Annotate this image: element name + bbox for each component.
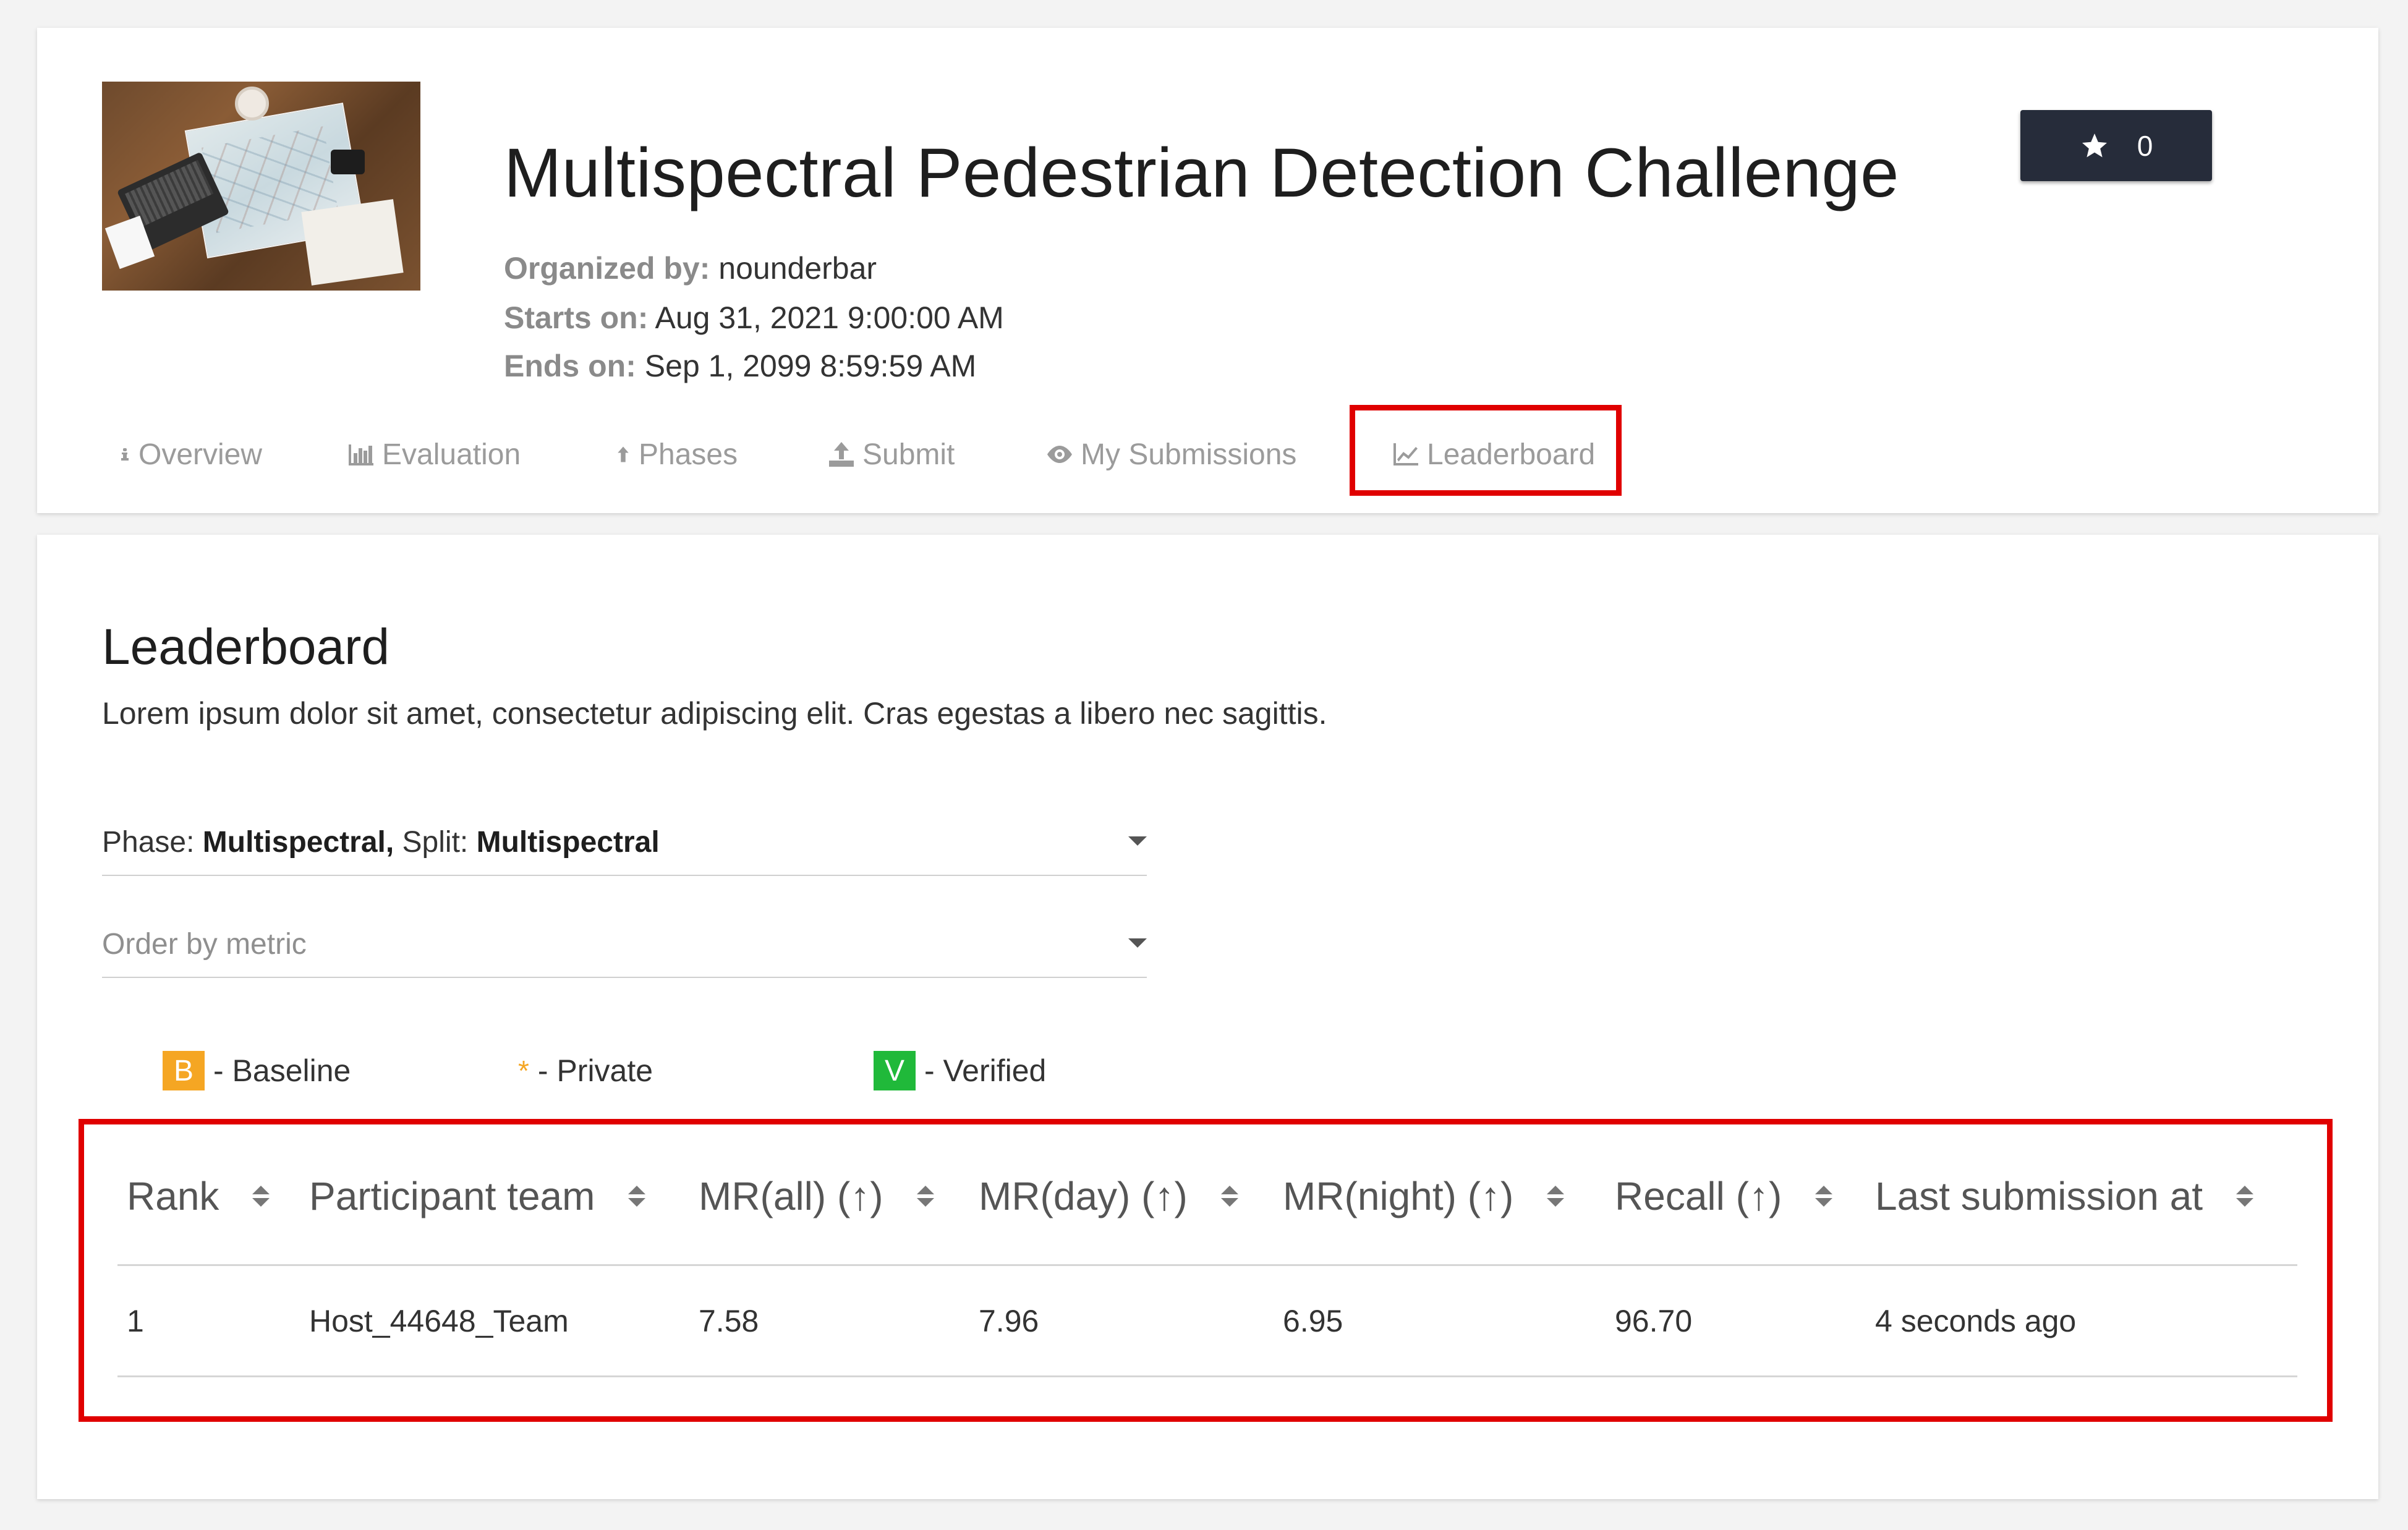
- bar-chart-icon: [349, 444, 373, 465]
- end-date-line: Ends on: Sep 1, 2099 8:59:59 AM: [504, 348, 976, 384]
- baseline-badge: B: [163, 1051, 205, 1090]
- order-by-placeholder: Order by metric: [102, 928, 307, 961]
- page-title: Multispectral Pedestrian Detection Chall…: [504, 134, 1899, 211]
- tab-evaluation[interactable]: Evaluation: [346, 436, 521, 473]
- tab-submit-label: Submit: [862, 438, 955, 471]
- tab-phases[interactable]: Phases: [614, 436, 738, 473]
- tab-overview[interactable]: Overview: [117, 436, 262, 473]
- tab-my-submissions-label: My Submissions: [1081, 438, 1297, 471]
- info-icon: [121, 448, 129, 461]
- legend-baseline: B - Baseline: [163, 1051, 351, 1090]
- star-button[interactable]: 0: [2020, 110, 2212, 181]
- verified-label: - Verified: [924, 1053, 1047, 1088]
- order-by-metric-select[interactable]: Order by metric: [102, 927, 1147, 978]
- phase-label: Phase:: [102, 826, 195, 859]
- leaderboard-description: Lorem ipsum dolor sit amet, consectetur …: [102, 696, 1327, 731]
- private-label: - Private: [537, 1053, 653, 1088]
- challenge-thumbnail: [102, 82, 420, 291]
- baseline-label: - Baseline: [213, 1053, 351, 1088]
- leaderboard-title: Leaderboard: [102, 619, 390, 675]
- upload-icon: [829, 442, 854, 467]
- organizer-line: Organized by: nounderbar: [504, 250, 877, 286]
- private-mark: *: [518, 1055, 529, 1087]
- legend-private: * - Private: [518, 1051, 653, 1090]
- split-label: Split:: [402, 826, 469, 859]
- start-value: Aug 31, 2021 9:00:00 AM: [655, 300, 1004, 335]
- arrow-up-icon: [618, 446, 629, 462]
- leaderboard-tab-highlight-box: [1350, 405, 1622, 496]
- chevron-down-icon: [1128, 938, 1147, 948]
- eye-icon: [1047, 446, 1072, 463]
- phase-split-select[interactable]: Phase: Multispectral, Split: Multispectr…: [102, 825, 1147, 876]
- legend-verified: V - Verified: [874, 1051, 1046, 1090]
- phase-value: Multispectral,: [202, 826, 394, 859]
- tab-phases-label: Phases: [639, 438, 738, 471]
- organizer-label: Organized by:: [504, 251, 710, 286]
- tab-evaluation-label: Evaluation: [382, 438, 521, 471]
- verified-badge: V: [874, 1051, 916, 1090]
- tab-overview-label: Overview: [138, 438, 263, 471]
- split-value: Multispectral: [476, 826, 660, 859]
- tab-submit[interactable]: Submit: [827, 436, 955, 473]
- end-value: Sep 1, 2099 8:59:59 AM: [644, 349, 977, 383]
- start-label: Starts on:: [504, 300, 649, 335]
- start-date-line: Starts on: Aug 31, 2021 9:00:00 AM: [504, 300, 1004, 336]
- star-icon: [2082, 133, 2107, 157]
- organizer-value: nounderbar: [718, 251, 877, 286]
- end-label: Ends on:: [504, 349, 636, 383]
- leaderboard-table-highlight-box: [79, 1119, 2333, 1422]
- chevron-down-icon: [1128, 836, 1147, 846]
- tab-my-submissions[interactable]: My Submissions: [1045, 436, 1296, 473]
- star-count: 0: [2137, 129, 2153, 162]
